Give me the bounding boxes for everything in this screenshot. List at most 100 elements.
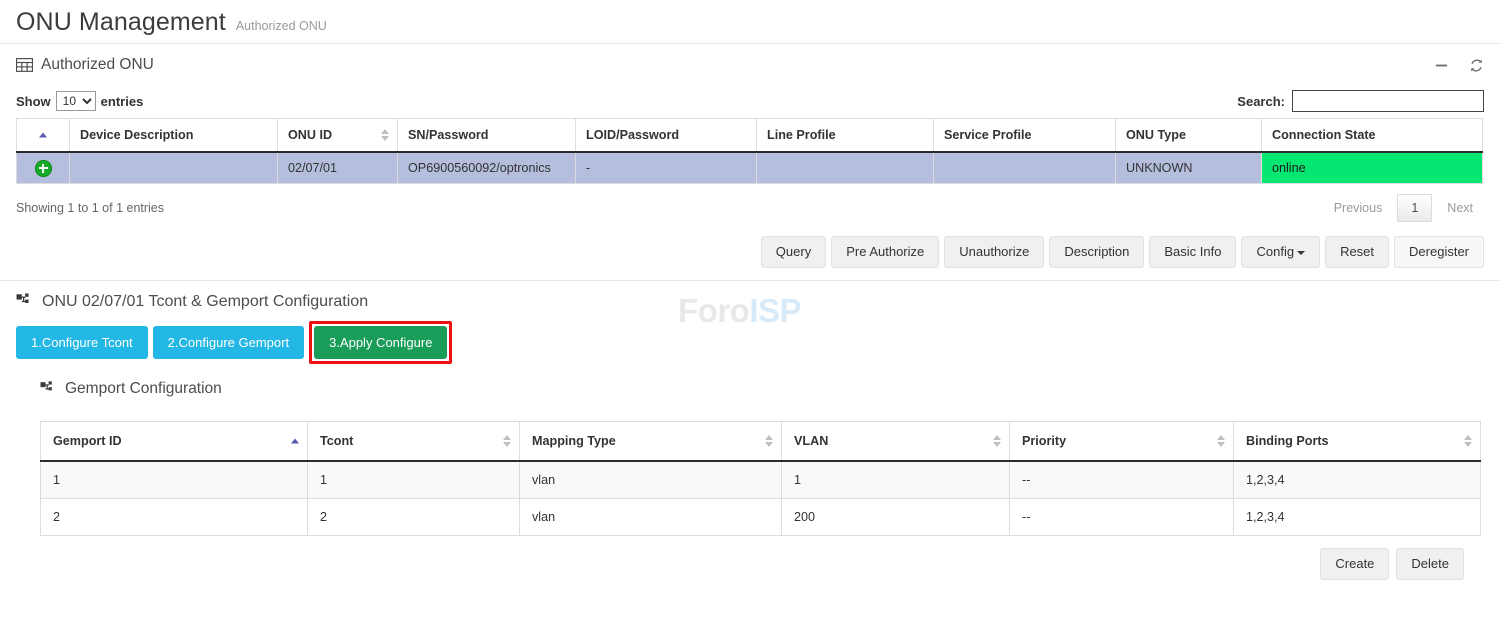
column-header-service-profile[interactable]: Service Profile [934,119,1116,153]
column-header-onu-type[interactable]: ONU Type [1116,119,1262,153]
button-label: Query [776,244,811,259]
button-label: Config [1256,244,1294,259]
cell-gemport-id: 1 [41,461,308,499]
config-step-tabs: 1.Configure Tcont 2.Configure Gemport 3.… [0,321,1500,365]
sitemap-icon [40,381,56,397]
pagination-previous[interactable]: Previous [1323,195,1394,221]
minimize-icon[interactable] [1434,58,1449,73]
basic-info-button[interactable]: Basic Info [1149,236,1236,268]
cell-sn-password: OP6900560092/optronics [398,152,576,184]
page-length-control: Show 10 entries [16,91,143,111]
column-header-onu-id[interactable]: ONU ID [278,119,398,153]
cell-device-description [70,152,278,184]
config-dropdown-button[interactable]: Config [1241,236,1320,268]
cell-line-profile [757,152,934,184]
pagination: Previous 1 Next [1323,194,1484,222]
tcont-gemport-section-header: ONU 02/07/01 Tcont & Gemport Configurati… [0,281,1500,321]
column-header-binding-ports[interactable]: Binding Ports [1234,422,1481,462]
table-info: Showing 1 to 1 of 1 entries [16,201,164,215]
column-label: Priority [1022,434,1066,448]
column-label: Connection State [1272,128,1376,142]
column-label: VLAN [794,434,828,448]
search-label: Search: [1237,94,1285,109]
reset-button[interactable]: Reset [1325,236,1389,268]
button-label: Deregister [1409,244,1469,259]
gemport-configuration-panel: Gemport Configuration Gemport ID Tcont [40,380,1484,580]
unauthorize-button[interactable]: Unauthorize [944,236,1044,268]
cell-gemport-id: 2 [41,499,308,536]
query-button[interactable]: Query [761,236,826,268]
create-button[interactable]: Create [1320,548,1389,580]
cell-loid-password: - [576,152,757,184]
table-row[interactable]: 1 1 vlan 1 -- 1,2,3,4 [41,461,1481,499]
column-header-gemport-id[interactable]: Gemport ID [41,422,308,462]
cell-tcont: 2 [308,499,520,536]
tab-configure-gemport[interactable]: 2.Configure Gemport [153,326,304,360]
row-expand-cell[interactable] [17,152,70,184]
panel-tools [1434,58,1484,73]
tab-label: 1.Configure Tcont [31,335,133,350]
cell-tcont: 1 [308,461,520,499]
column-label: Line Profile [767,128,836,142]
status-badge: online [1262,152,1483,184]
column-header-tcont[interactable]: Tcont [308,422,520,462]
expand-row-icon[interactable] [35,160,52,177]
column-label: Device Description [80,128,193,142]
button-label: Reset [1340,244,1374,259]
show-label: Show [16,94,51,109]
delete-button[interactable]: Delete [1396,548,1464,580]
page-length-select[interactable]: 10 [56,91,96,111]
column-header-mapping-type[interactable]: Mapping Type [520,422,782,462]
table-row[interactable]: 2 2 vlan 200 -- 1,2,3,4 [41,499,1481,536]
entries-label: entries [101,94,144,109]
button-label: Pre Authorize [846,244,924,259]
cell-priority: -- [1010,499,1234,536]
gemport-action-buttons: Create Delete [40,536,1484,580]
sort-both-icon [765,435,773,447]
refresh-icon[interactable] [1469,58,1484,73]
button-label: Basic Info [1164,244,1221,259]
tab-label: 3.Apply Configure [329,335,432,350]
cell-service-profile [934,152,1116,184]
description-button[interactable]: Description [1049,236,1144,268]
column-header-loid-password[interactable]: LOID/Password [576,119,757,153]
search-control: Search: [1237,90,1484,112]
panel-header: Authorized ONU [0,44,1500,84]
button-label: Delete [1411,556,1449,571]
column-header-vlan[interactable]: VLAN [782,422,1010,462]
onu-management-page: ONU Management Authorized ONU Authorized… [0,0,1500,619]
tab-apply-configure[interactable]: 3.Apply Configure [314,326,447,360]
page-subtitle: Authorized ONU [236,19,327,33]
sitemap-icon [16,293,33,310]
sort-both-icon [1464,435,1472,447]
pagination-next[interactable]: Next [1436,195,1484,221]
column-label: Binding Ports [1246,434,1329,448]
column-header-connection-state[interactable]: Connection State [1262,119,1483,153]
authorized-onu-table: Device Description ONU ID SN/Password LO… [16,118,1483,184]
column-label: Mapping Type [532,434,616,448]
table-row[interactable]: 02/07/01 OP6900560092/optronics - UNKNOW… [17,152,1483,184]
table-header-row: Device Description ONU ID SN/Password LO… [17,119,1483,153]
deregister-button[interactable]: Deregister [1394,236,1484,268]
sort-asc-icon [291,439,299,444]
pre-authorize-button[interactable]: Pre Authorize [831,236,939,268]
pagination-page-1[interactable]: 1 [1397,194,1432,222]
apply-configure-highlight: 3.Apply Configure [309,321,452,365]
column-header-sn-password[interactable]: SN/Password [398,119,576,153]
column-header-line-profile[interactable]: Line Profile [757,119,934,153]
onu-action-buttons: Query Pre Authorize Unauthorize Descript… [0,226,1500,280]
column-header-select[interactable] [17,119,70,153]
tab-configure-tcont[interactable]: 1.Configure Tcont [16,326,148,360]
column-label: SN/Password [408,128,489,142]
button-label: Description [1064,244,1129,259]
column-label: ONU Type [1126,128,1186,142]
column-label: Service Profile [944,128,1032,142]
onu-table-footer: Showing 1 to 1 of 1 entries Previous 1 N… [0,184,1500,226]
tab-label: 2.Configure Gemport [168,335,289,350]
page-title: ONU Management [16,8,226,37]
cell-mapping-type: vlan [520,461,782,499]
column-header-priority[interactable]: Priority [1010,422,1234,462]
cell-onu-id: 02/07/01 [278,152,398,184]
column-header-device-description[interactable]: Device Description [70,119,278,153]
search-input[interactable] [1292,90,1484,112]
